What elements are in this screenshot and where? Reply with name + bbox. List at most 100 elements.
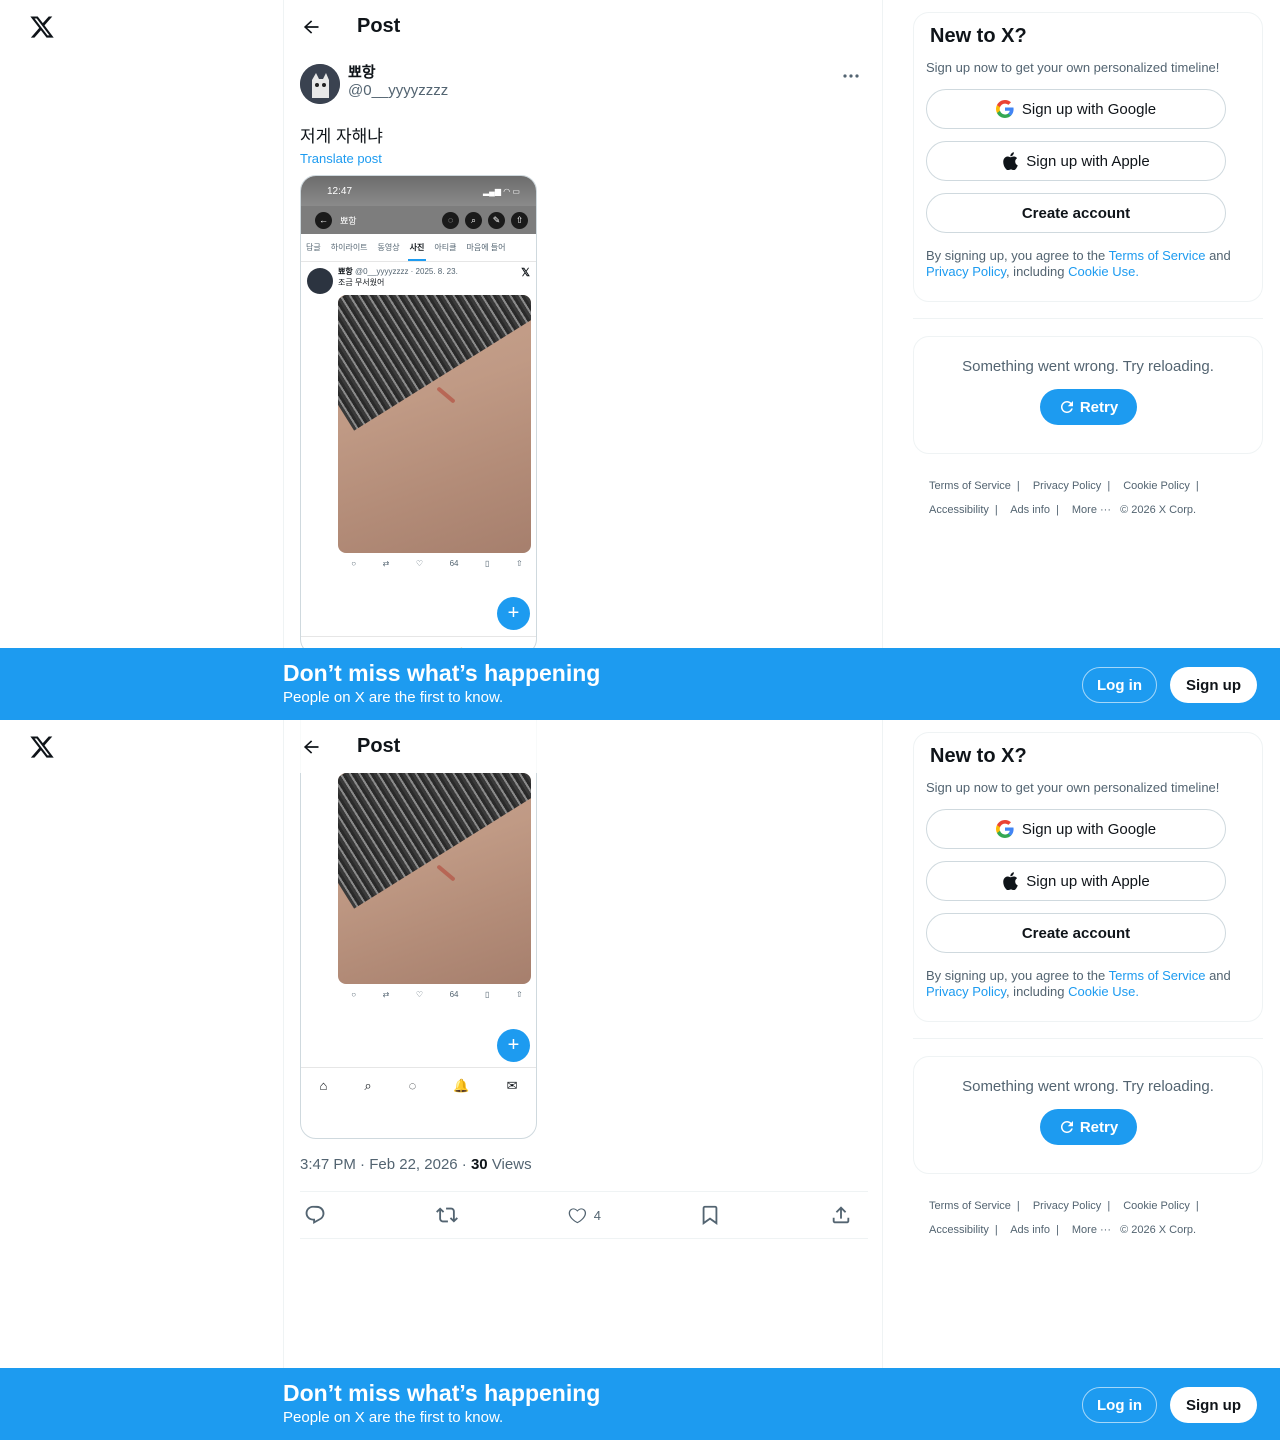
- like-button[interactable]: 4: [567, 1204, 601, 1226]
- legal-text: By signing up, you agree to the Terms of…: [926, 968, 1231, 999]
- google-icon: [995, 820, 1014, 838]
- post-media[interactable]: ○ ⇄ ♡ 64 ▯ ⇧ + ⌂ ⌕ ◌ 🔔 ✉: [300, 720, 537, 1139]
- footer-ads[interactable]: Ads info: [1010, 1224, 1050, 1236]
- login-button[interactable]: Log in: [1082, 1387, 1157, 1423]
- bottom-banner: Don’t miss what’s happening People on X …: [0, 648, 1280, 720]
- footer-accessibility[interactable]: Accessibility: [929, 504, 989, 516]
- post-date[interactable]: Feb 22, 2026: [369, 1156, 457, 1173]
- create-account-button[interactable]: Create account: [926, 913, 1226, 953]
- footer-copyright: © 2026 X Corp.: [1120, 1224, 1197, 1236]
- inner-x-icon: 𝕏: [521, 267, 530, 279]
- inner-repost-icon: ⇄: [382, 989, 390, 999]
- footer-privacy[interactable]: Privacy Policy: [1033, 480, 1101, 492]
- divider: [913, 318, 1263, 319]
- reply-button[interactable]: [304, 1204, 338, 1226]
- tweet: 뾰항 @0__yyyyzzzz 저게 자해냐 Translate post: [300, 64, 868, 168]
- google-icon: [995, 100, 1014, 118]
- login-button[interactable]: Log in: [1082, 667, 1157, 703]
- post-header: Post: [284, 0, 882, 53]
- phone-tab-active: 사진: [407, 243, 427, 261]
- footer-more[interactable]: More ···: [1072, 1224, 1111, 1236]
- translate-post-link[interactable]: Translate post: [300, 151, 382, 166]
- footer-terms[interactable]: Terms of Service: [929, 1200, 1011, 1212]
- inner-reply-icon: ○: [351, 558, 357, 568]
- author-names: 뾰항 @0__yyyyzzzz: [348, 64, 448, 100]
- apple-label: Sign up with Apple: [1026, 872, 1150, 890]
- retry-button[interactable]: Retry: [1039, 389, 1137, 425]
- refresh-icon: [1060, 400, 1073, 413]
- retry-button[interactable]: Retry: [1039, 1109, 1137, 1145]
- back-button[interactable]: [294, 730, 328, 764]
- signup-google-button[interactable]: Sign up with Google: [926, 89, 1226, 129]
- signup-button[interactable]: Sign up: [1170, 667, 1257, 703]
- x-logo-icon[interactable]: [29, 734, 55, 760]
- privacy-link[interactable]: Privacy Policy: [926, 984, 1006, 999]
- footer-ads[interactable]: Ads info: [1010, 504, 1050, 516]
- signup-subtitle: Sign up now to get your own personalized…: [926, 780, 1220, 795]
- footer-links: Terms of Service | Privacy Policy | Cookie…: [929, 480, 1199, 516]
- divider: [913, 1038, 1263, 1039]
- phone-tab: 마음에 들어: [466, 243, 506, 252]
- page-title: Post: [357, 735, 401, 757]
- inner-post-header: 뾰항 @0__yyyyzzzz · 2025. 8. 23. 조금 무서웠어 𝕏: [301, 262, 536, 295]
- repost-button[interactable]: [435, 1204, 470, 1226]
- phone-tab: 동영상: [377, 243, 400, 252]
- x-logo-icon[interactable]: [29, 14, 55, 40]
- cat-avatar-icon: [300, 64, 340, 104]
- error-card: Something went wrong. Try reloading. Ret…: [913, 1056, 1263, 1174]
- sidebar: New to X? Sign up now to get your own pe…: [913, 732, 1263, 1242]
- avatar[interactable]: [300, 64, 340, 104]
- phone-clock: 12:47: [327, 185, 353, 197]
- inner-like-icon: ♡: [415, 558, 424, 568]
- phone-tab: 아티클: [434, 243, 457, 252]
- post-media[interactable]: 12:47 ▂▄▆ ◠ ▭ ← 뾰항 ◌ ⌕ ✎ ⇧ 답글 하이라이트 동영상 …: [300, 175, 537, 655]
- footer-cookie[interactable]: Cookie Policy: [1123, 480, 1190, 492]
- banner-title: Don’t miss what’s happening: [283, 660, 601, 686]
- back-button[interactable]: [294, 10, 328, 44]
- bookmark-button[interactable]: [699, 1204, 733, 1226]
- footer-accessibility[interactable]: Accessibility: [929, 1224, 989, 1236]
- signup-subtitle: Sign up now to get your own personalized…: [926, 60, 1220, 75]
- banner-subtitle: People on X are the first to know.: [283, 689, 504, 706]
- signup-title: New to X?: [930, 25, 1027, 47]
- footer-cookie[interactable]: Cookie Policy: [1123, 1200, 1190, 1212]
- legal-text: By signing up, you agree to the Terms of…: [926, 248, 1231, 279]
- cookie-link[interactable]: Cookie Use.: [1068, 984, 1139, 999]
- more-options-button[interactable]: [834, 64, 868, 88]
- create-account-button[interactable]: Create account: [926, 193, 1226, 233]
- views-label: Views: [491, 1156, 532, 1173]
- footer-links: Terms of Service | Privacy Policy | Cookie…: [929, 1200, 1199, 1236]
- terms-link[interactable]: Terms of Service: [1109, 968, 1206, 983]
- inner-photo: [338, 773, 531, 984]
- privacy-link[interactable]: Privacy Policy: [926, 264, 1006, 279]
- inner-views: 64: [449, 558, 459, 568]
- error-message: Something went wrong. Try reloading.: [962, 1078, 1214, 1095]
- footer-more[interactable]: More ···: [1072, 504, 1111, 516]
- tweet-author: 뾰항 @0__yyyyzzzz: [300, 64, 868, 106]
- handle[interactable]: @0__yyyyzzzz: [348, 82, 448, 100]
- display-name[interactable]: 뾰항: [348, 64, 448, 82]
- footer-privacy[interactable]: Privacy Policy: [1033, 1200, 1101, 1212]
- signal-battery-icon: ▂▄▆ ◠ ▭: [483, 186, 520, 196]
- signup-apple-button[interactable]: Sign up with Apple: [926, 141, 1226, 181]
- cookie-link[interactable]: Cookie Use.: [1068, 264, 1139, 279]
- phone-bottom-nav: ⌂ ⌕ ◌ 🔔 ✉: [301, 1067, 536, 1103]
- sidebar: New to X? Sign up now to get your own pe…: [913, 12, 1263, 522]
- apple-icon: [1002, 152, 1018, 170]
- inner-avatar: [307, 268, 333, 294]
- share-button[interactable]: [830, 1204, 864, 1226]
- google-label: Sign up with Google: [1021, 100, 1157, 118]
- inner-meta: 뾰항 @0__yyyyzzzz · 2025. 8. 23.: [338, 267, 458, 276]
- phone-edit-icon: ✎: [488, 211, 505, 229]
- signup-google-button[interactable]: Sign up with Google: [926, 809, 1226, 849]
- footer-terms[interactable]: Terms of Service: [929, 480, 1011, 492]
- post-time[interactable]: 3:47 PM: [300, 1156, 356, 1173]
- error-card: Something went wrong. Try reloading. Ret…: [913, 336, 1263, 454]
- signup-apple-button[interactable]: Sign up with Apple: [926, 861, 1226, 901]
- signup-button[interactable]: Sign up: [1170, 1387, 1257, 1423]
- terms-link[interactable]: Terms of Service: [1109, 248, 1206, 263]
- inner-actions: ○ ⇄ ♡ 64 ▯ ⇧: [301, 553, 536, 573]
- google-label: Sign up with Google: [1021, 820, 1157, 838]
- reply-icon: [305, 1205, 325, 1224]
- signup-card: New to X? Sign up now to get your own pe…: [913, 732, 1263, 1022]
